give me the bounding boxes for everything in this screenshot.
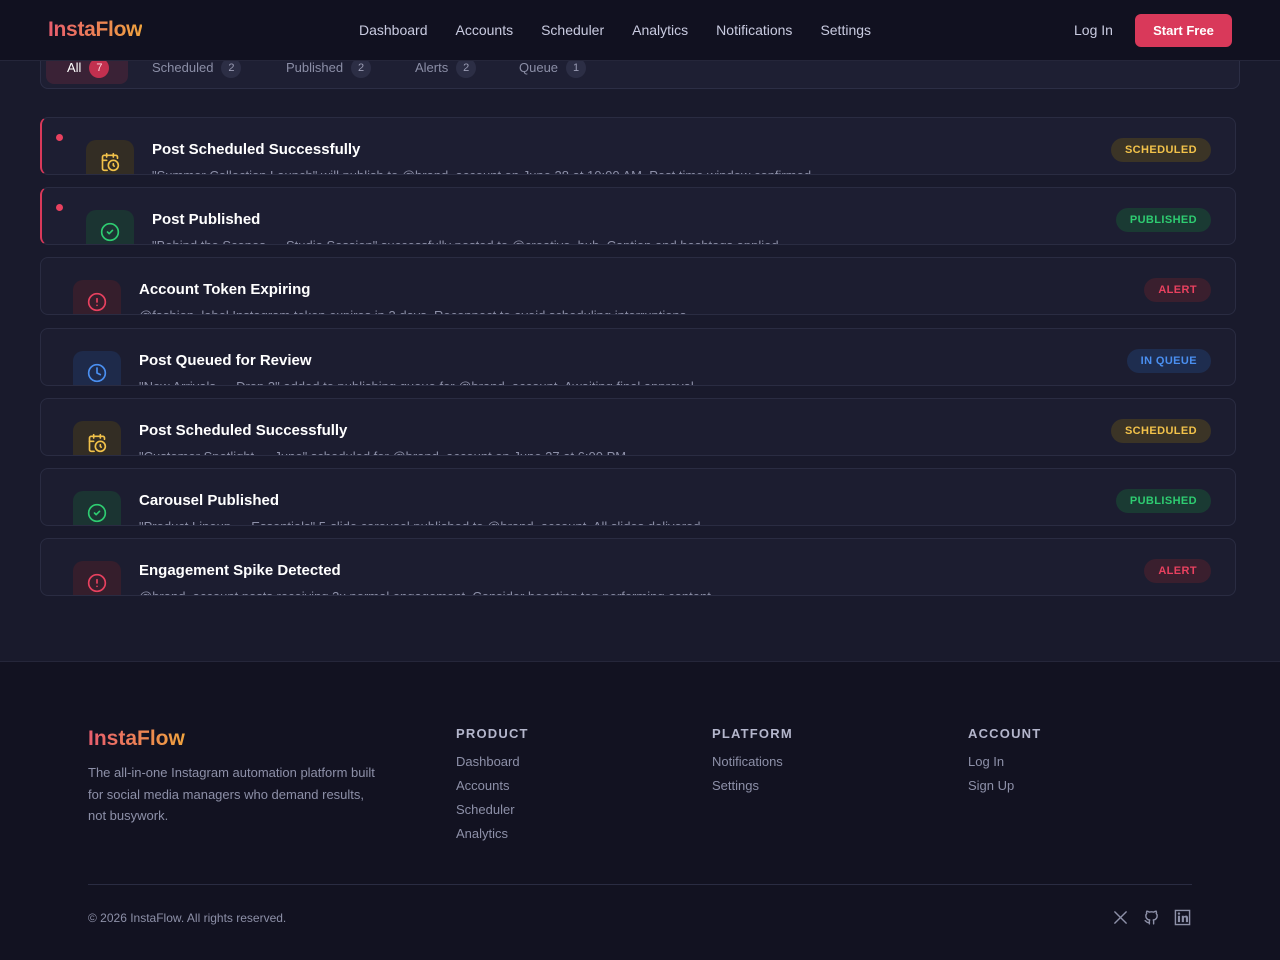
- logo[interactable]: InstaFlow: [48, 18, 142, 42]
- status-badge: ALERT: [1144, 559, 1211, 583]
- notification-title: Post Published: [152, 211, 261, 228]
- calendar-clock-icon: [86, 140, 134, 174]
- nav-link-dashboard[interactable]: Dashboard: [359, 22, 428, 38]
- status-badge: PUBLISHED: [1115, 208, 1211, 232]
- nav-link-analytics[interactable]: Analytics: [632, 22, 688, 38]
- unread-dot: [56, 204, 63, 211]
- notification-title: Post Scheduled Successfully: [139, 422, 348, 439]
- status-badge: ALERT: [1144, 278, 1211, 302]
- clock-icon: [73, 351, 121, 385]
- footer-link-settings[interactable]: Settings: [712, 778, 793, 793]
- alert-circle-icon: [73, 280, 121, 314]
- tab-label: All: [67, 60, 82, 75]
- footer-column-platform: PLATFORM Notifications Settings: [712, 726, 793, 802]
- notification-card[interactable]: Carousel Published "Product Lineup — Esse…: [40, 468, 1236, 526]
- notification-card[interactable]: Account Token Expiring @fashion_label Ins…: [40, 257, 1236, 315]
- notification-card[interactable]: Engagement Spike Detected @brand_account …: [40, 538, 1236, 596]
- notification-card[interactable]: Post Scheduled Successfully "Summer Colle…: [40, 117, 1236, 175]
- footer-heading: PLATFORM: [712, 726, 793, 741]
- notification-description: "Customer Spotlight — June" scheduled fo…: [139, 449, 630, 455]
- notification-title: Account Token Expiring: [139, 281, 311, 298]
- footer-column-product: PRODUCT Dashboard Accounts Scheduler Ana…: [456, 726, 529, 850]
- nav-links: Dashboard Accounts Scheduler Analytics N…: [359, 22, 871, 38]
- notification-description: @fashion_label Instagram token expires i…: [139, 308, 690, 314]
- social-links: [1112, 909, 1191, 931]
- start-free-button[interactable]: Start Free: [1135, 14, 1232, 47]
- copyright: © 2026 InstaFlow. All rights reserved.: [88, 911, 287, 925]
- notification-title: Post Queued for Review: [139, 352, 312, 369]
- notification-title: Carousel Published: [139, 492, 280, 509]
- footer-link-scheduler[interactable]: Scheduler: [456, 802, 529, 817]
- footer-link-signup[interactable]: Sign Up: [968, 778, 1041, 793]
- footer-heading: PRODUCT: [456, 726, 529, 741]
- footer-link-dashboard[interactable]: Dashboard: [456, 754, 529, 769]
- alert-circle-icon: [73, 561, 121, 595]
- notification-title: Post Scheduled Successfully: [152, 141, 361, 158]
- top-nav: InstaFlow Dashboard Accounts Scheduler A…: [0, 0, 1280, 61]
- notification-description: "Summer Collection Launch" will publish …: [152, 168, 815, 174]
- notification-card[interactable]: Post Published "Behind the Scenes — Studi…: [40, 187, 1236, 245]
- status-badge: IN QUEUE: [1126, 349, 1211, 373]
- x-icon[interactable]: [1112, 909, 1129, 931]
- status-badge: SCHEDULED: [1110, 138, 1211, 162]
- tab-label: Alerts: [415, 60, 449, 75]
- nav-link-notifications[interactable]: Notifications: [716, 22, 792, 38]
- nav-link-accounts[interactable]: Accounts: [456, 22, 514, 38]
- notification-card[interactable]: Post Queued for Review "New Arrivals — Dr…: [40, 328, 1236, 386]
- check-circle-icon: [86, 210, 134, 244]
- footer-column-account: ACCOUNT Log In Sign Up: [968, 726, 1041, 802]
- footer: InstaFlow The all-in-one Instagram autom…: [0, 661, 1280, 960]
- notification-description: @brand_account posts receiving 3x normal…: [139, 589, 714, 595]
- check-circle-icon: [73, 491, 121, 525]
- tab-label: Scheduled: [152, 60, 214, 75]
- notification-description: "Product Lineup — Essentials" 5-slide ca…: [139, 519, 704, 525]
- footer-link-login[interactable]: Log In: [968, 754, 1041, 769]
- notification-description: "Behind the Scenes — Studio Session" suc…: [152, 238, 782, 244]
- footer-link-analytics[interactable]: Analytics: [456, 826, 529, 841]
- nav-link-scheduler[interactable]: Scheduler: [541, 22, 604, 38]
- notification-title: Engagement Spike Detected: [139, 562, 341, 579]
- footer-link-accounts[interactable]: Accounts: [456, 778, 529, 793]
- status-badge: SCHEDULED: [1110, 419, 1211, 443]
- tab-label: Queue: [519, 60, 559, 75]
- login-link[interactable]: Log In: [1074, 22, 1113, 38]
- notification-description: "New Arrivals — Drop 3" added to publish…: [139, 379, 697, 385]
- notification-card[interactable]: Post Scheduled Successfully "Customer Spo…: [40, 398, 1236, 456]
- footer-heading: ACCOUNT: [968, 726, 1042, 741]
- status-badge: PUBLISHED: [1115, 489, 1211, 513]
- footer-link-notifications[interactable]: Notifications: [712, 754, 793, 769]
- footer-logo[interactable]: InstaFlow: [88, 727, 185, 751]
- footer-divider: [88, 884, 1192, 885]
- unread-dot: [56, 134, 63, 141]
- github-icon[interactable]: [1143, 909, 1160, 931]
- linkedin-icon[interactable]: [1174, 909, 1191, 931]
- tab-label: Published: [286, 60, 344, 75]
- nav-link-settings[interactable]: Settings: [820, 22, 871, 38]
- calendar-clock-icon: [73, 421, 121, 455]
- footer-tagline: The all-in-one Instagram automation plat…: [88, 765, 375, 823]
